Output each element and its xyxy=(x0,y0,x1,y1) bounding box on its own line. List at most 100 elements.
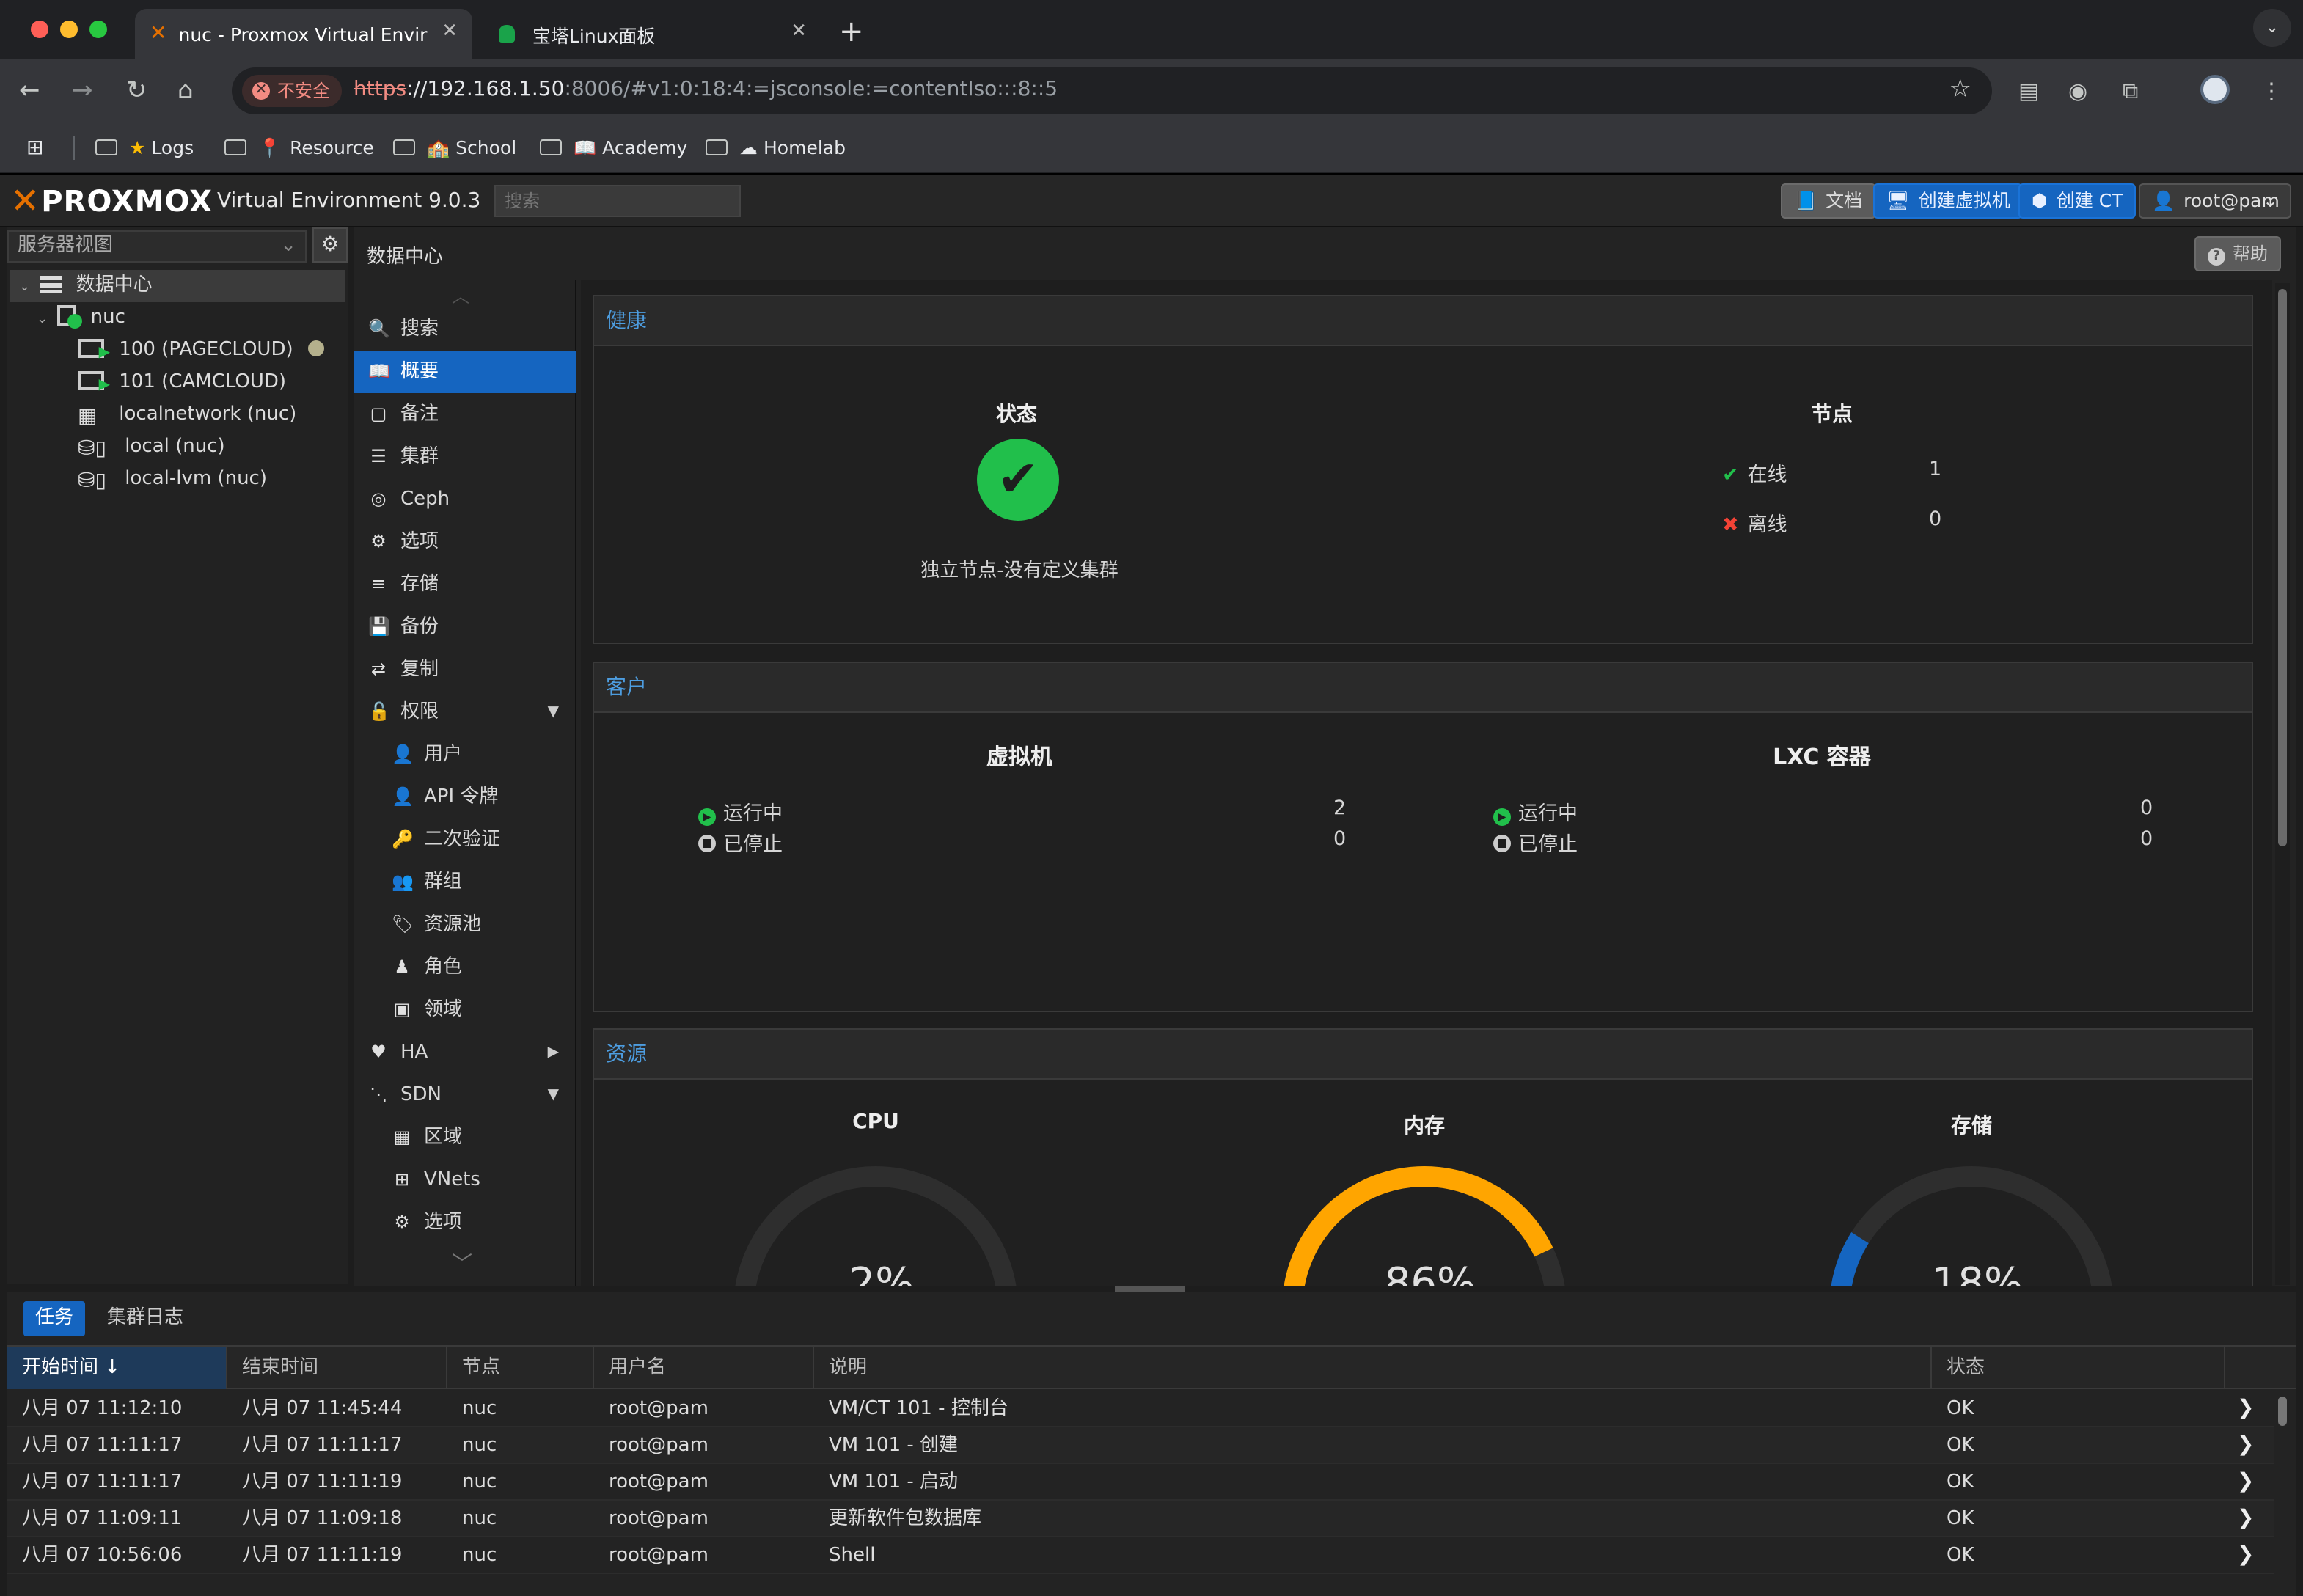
user-menu-button[interactable]: 👤 root@pam ⌄ xyxy=(2139,183,2291,219)
row-detail-chevron-icon[interactable]: ❯ xyxy=(2237,1427,2254,1463)
user-icon: 👤 xyxy=(2152,189,2175,211)
menu-item[interactable]: 👤 用户 xyxy=(354,733,576,776)
row-detail-chevron-icon[interactable]: ❯ xyxy=(2237,1537,2254,1573)
home-icon[interactable]: ⌂ xyxy=(177,76,194,106)
tree-item-localnetwork[interactable]: ▦ localnetwork (nuc) xyxy=(78,399,296,431)
menu-item[interactable]: ◎ Ceph xyxy=(354,478,576,521)
tree-item-vm-101[interactable]: ▶ 101 (CAMCLOUD) xyxy=(78,367,286,399)
tree-settings-button[interactable]: ⚙ xyxy=(312,227,348,263)
row-detail-chevron-icon[interactable]: ❯ xyxy=(2237,1391,2254,1426)
menu-scroll-down-icon[interactable]: ﹀ xyxy=(452,1248,472,1278)
task-scrollbar[interactable] xyxy=(2274,1392,2291,1590)
table-row[interactable]: 八月 07 10:56:06 八月 07 11:11:19 nuc root@pam S… xyxy=(7,1537,2274,1574)
column-description[interactable]: 说明 xyxy=(814,1347,1932,1389)
profile-avatar-icon[interactable] xyxy=(2200,75,2230,104)
menu-item-label: 复制 xyxy=(400,659,439,681)
tab-cluster-log[interactable]: 集群日志 xyxy=(95,1301,195,1336)
content-scrollbar[interactable] xyxy=(2275,283,2290,1285)
menu-item[interactable]: 📖 概要 xyxy=(354,351,576,393)
content-scrollbar-thumb[interactable] xyxy=(2278,289,2287,846)
new-tab-button[interactable]: + xyxy=(839,13,864,48)
menu-item[interactable]: ⚙ 选项 xyxy=(354,521,576,563)
menu-item[interactable]: ⋱ SDN ▼ xyxy=(354,1074,576,1116)
menu-item[interactable]: 🔓 权限 ▼ xyxy=(354,691,576,733)
reload-icon[interactable]: ↻ xyxy=(126,76,147,106)
bookmark-folder-school[interactable]: 🏫 School xyxy=(393,133,516,163)
tab-search-button[interactable]: ⌄ xyxy=(2253,9,2291,47)
address-bar[interactable]: ✕ 不安全 https://192.168.1.50:8006/#v1:0:18… xyxy=(232,67,1992,114)
tree-item-vm-100[interactable]: ▶ 100 (PAGECLOUD) xyxy=(78,334,324,367)
url-text[interactable]: https://192.168.1.50:8006/#v1:0:18:4:=js… xyxy=(354,78,1058,101)
browser-tab-proxmox[interactable]: ✕ nuc - Proxmox Virtual Environ ✕ xyxy=(135,9,472,59)
menu-item[interactable]: 🔍 搜索 xyxy=(354,308,576,351)
row-detail-chevron-icon[interactable]: ❯ xyxy=(2237,1501,2254,1536)
bookmark-folder-academy[interactable]: 📖 Academy xyxy=(540,133,687,163)
create-vm-button[interactable]: 🖥 创建虚拟机 xyxy=(1873,183,2024,219)
bookmark-folder-resource[interactable]: 📍 Resource xyxy=(224,133,374,163)
menu-item[interactable]: ▦ 区域 xyxy=(354,1116,576,1159)
menu-item[interactable]: ▢ 备注 xyxy=(354,393,576,436)
menu-item[interactable]: ⊞ VNets xyxy=(354,1159,576,1201)
column-start-time[interactable]: 开始时间 ↓ xyxy=(7,1347,227,1389)
help-button[interactable]: ? 帮助 xyxy=(2194,236,2281,271)
menu-item[interactable]: 🏷 资源池 xyxy=(354,904,576,946)
table-row[interactable]: 八月 07 11:11:17 八月 07 11:11:17 nuc root@pam V… xyxy=(7,1427,2274,1464)
table-row[interactable]: 八月 07 11:11:17 八月 07 11:11:19 nuc root@pam V… xyxy=(7,1464,2274,1501)
expand-right-icon[interactable]: ▶ xyxy=(548,1031,559,1074)
menu-scroll-up-icon[interactable]: ︿ xyxy=(452,283,469,308)
expand-down-icon[interactable]: ▼ xyxy=(548,1074,559,1116)
table-row[interactable]: 八月 07 11:09:11 八月 07 11:09:18 nuc root@pam 更… xyxy=(7,1501,2274,1537)
tree-item-datacenter[interactable]: ⌄ 数据中心 xyxy=(10,270,345,302)
tab-tasks[interactable]: 任务 xyxy=(23,1301,86,1336)
browser-tab-baota[interactable]: 宝塔Linux面板 ✕ xyxy=(484,9,821,59)
bookmark-star-icon[interactable]: ☆ xyxy=(1949,75,1972,104)
tree-item-local-lvm[interactable]: ⛁▯ local-lvm (nuc) xyxy=(78,464,267,496)
view-selector[interactable]: 服务器视图 ⌄ xyxy=(7,230,307,263)
browser-menu-icon[interactable]: ⋮ xyxy=(2260,78,2282,104)
menu-item[interactable]: ☰ 集群 xyxy=(354,436,576,478)
global-search-input[interactable]: 搜索 xyxy=(494,185,741,217)
docs-button[interactable]: 📘 文档 xyxy=(1781,183,1876,219)
play-circle-icon: ▶ xyxy=(698,808,716,826)
column-user[interactable]: 用户名 xyxy=(594,1347,814,1389)
reading-mode-icon[interactable]: ▤ xyxy=(2018,78,2039,104)
zoom-window-button[interactable] xyxy=(89,21,107,38)
extension-glasses-icon[interactable]: ◉ xyxy=(2068,78,2087,104)
close-window-button[interactable] xyxy=(31,21,48,38)
apps-grid-icon[interactable]: ⊞ xyxy=(26,133,43,163)
close-tab-icon[interactable]: ✕ xyxy=(442,21,458,43)
security-chip[interactable]: ✕ 不安全 xyxy=(242,75,343,107)
menu-item[interactable]: 🔑 二次验证 xyxy=(354,819,576,861)
menu-item[interactable]: 💾 备份 xyxy=(354,606,576,648)
menu-item[interactable]: 👥 群组 xyxy=(354,861,576,904)
extensions-puzzle-icon[interactable]: ⧉ xyxy=(2123,78,2138,104)
menu-item[interactable]: ♥ HA ▶ xyxy=(354,1031,576,1074)
table-row[interactable]: 八月 07 11:12:10 八月 07 11:45:44 nuc root@pam V… xyxy=(7,1391,2274,1427)
menu-item[interactable]: ▣ 领域 xyxy=(354,989,576,1031)
back-icon[interactable]: ← xyxy=(19,76,40,106)
menu-item-label: VNets xyxy=(424,1169,480,1191)
menu-item[interactable]: ⚙ 选项 xyxy=(354,1201,576,1244)
online-count: 1 xyxy=(1929,458,1942,481)
vm-running-row: ▶ 运行中 xyxy=(698,797,783,826)
expand-down-icon[interactable]: ▼ xyxy=(548,691,559,733)
bookmark-folder-logs[interactable]: ★ Logs xyxy=(95,133,194,163)
column-status[interactable]: 状态 xyxy=(1932,1347,2225,1389)
create-ct-button[interactable]: ⬢ 创建 CT xyxy=(2018,183,2137,219)
minimize-window-button[interactable] xyxy=(60,21,78,38)
menu-item[interactable]: 👤 API 令牌 xyxy=(354,776,576,819)
row-detail-chevron-icon[interactable]: ❯ xyxy=(2237,1464,2254,1499)
bookmark-folder-homelab[interactable]: ☁ Homelab xyxy=(706,133,846,163)
menu-item[interactable]: ♟ 角色 xyxy=(354,946,576,989)
menu-item[interactable]: ≡ 存储 xyxy=(354,563,576,606)
column-end-time[interactable]: 结束时间 xyxy=(227,1347,447,1389)
proxmox-logo[interactable]: ✕ PROXMOX Virtual Environment 9.0.3 xyxy=(10,180,480,222)
tree-item-node-nuc[interactable]: ⌄ nuc xyxy=(37,302,125,334)
tree-item-label: localnetwork (nuc) xyxy=(119,403,297,425)
task-scrollbar-thumb[interactable] xyxy=(2278,1396,2287,1426)
close-tab-icon[interactable]: ✕ xyxy=(791,21,807,43)
menu-item[interactable]: ⇄ 复制 xyxy=(354,648,576,691)
forward-icon[interactable]: → xyxy=(72,76,93,106)
tree-item-local[interactable]: ⛁▯ local (nuc) xyxy=(78,431,225,464)
column-node[interactable]: 节点 xyxy=(447,1347,594,1389)
